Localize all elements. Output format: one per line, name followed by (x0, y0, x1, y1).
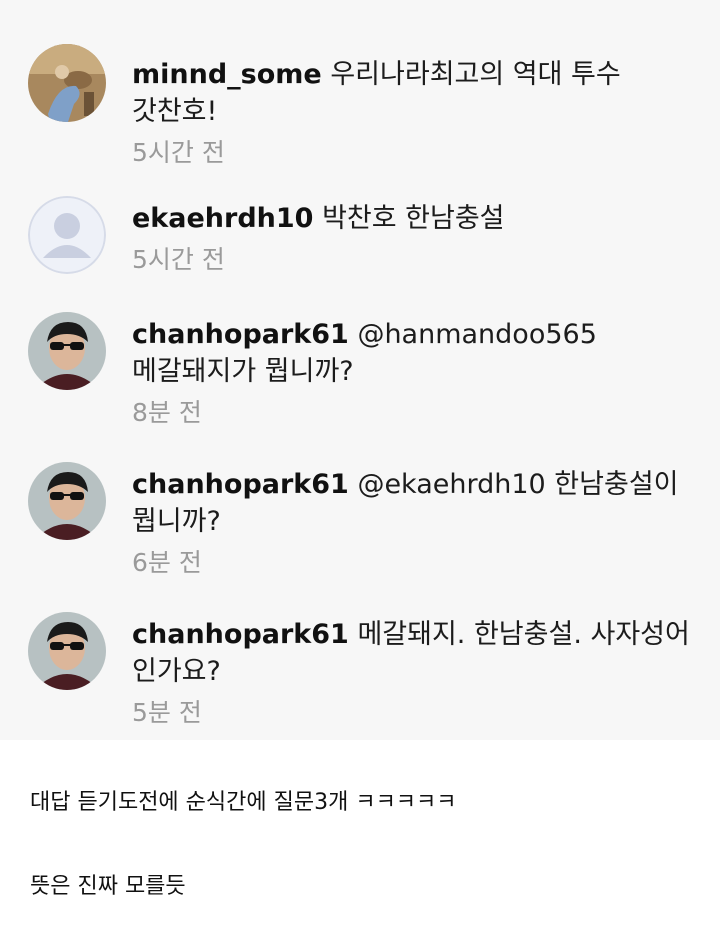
comment-line-1: minnd_some 우리나라최고의 역대 투수 (132, 56, 692, 93)
comment-username[interactable]: minnd_some (132, 59, 322, 90)
comment-line-1: chanhopark61 @ekaehrdh10 한남충설이 (132, 466, 692, 503)
comment-body: ekaehrdh10 박찬호 한남충설 5시간 전 (132, 200, 692, 277)
comment-username[interactable]: chanhopark61 (132, 469, 349, 500)
comment-body: chanhopark61 @ekaehrdh10 한남충설이 뭡니까? 6분 전 (132, 466, 692, 580)
comment-body: chanhopark61 @hanmandoo565 메갈돼지가 뭡니까? 8분… (132, 316, 692, 430)
sunglasses-man-avatar[interactable] (28, 462, 106, 540)
comment-text: 메갈돼지. 한남충설. 사자성어 (357, 619, 690, 650)
sunglasses-man-avatar[interactable] (28, 312, 106, 390)
caption-line-1: 대답 듣기도전에 순식간에 질문3개 ㅋㅋㅋㅋㅋ (30, 790, 457, 815)
comment-timestamp: 5시간 전 (132, 245, 225, 274)
comment-body: minnd_some 우리나라최고의 역대 투수 갓찬호! 5시간 전 (132, 56, 692, 170)
comment-text: @ekaehrdh10 한남충설이 (357, 469, 679, 500)
sunglasses-man-avatar[interactable] (28, 612, 106, 690)
default-user-avatar[interactable] (28, 196, 106, 274)
comment-username[interactable]: ekaehrdh10 (132, 203, 313, 234)
comment-text-line-2: 메갈돼지가 뭡니까? (132, 356, 354, 387)
comment-username[interactable]: chanhopark61 (132, 619, 349, 650)
comment-line-1: chanhopark61 @hanmandoo565 (132, 316, 692, 353)
caption-line-2: 뜻은 진짜 모를듯 (30, 874, 186, 899)
comment-text-line-2: 인가요? (132, 656, 221, 687)
comments-screenshot: minnd_some 우리나라최고의 역대 투수 갓찬호! 5시간 전 ekae… (0, 0, 720, 740)
comment-timestamp: 5시간 전 (132, 138, 225, 167)
comment-timestamp: 5분 전 (132, 698, 202, 727)
comment-line-1: ekaehrdh10 박찬호 한남충설 (132, 200, 692, 237)
comment-line-1: chanhopark61 메갈돼지. 한남충설. 사자성어 (132, 616, 692, 653)
photo-person-avatar[interactable] (28, 44, 106, 122)
comment-text-line-2: 갓찬호! (132, 96, 218, 127)
comment-mention[interactable]: @hanmandoo565 (357, 319, 596, 350)
comment-text: 박찬호 한남충설 (322, 203, 505, 234)
comment-text-line-2: 뭡니까? (132, 506, 221, 537)
comment-timestamp: 8분 전 (132, 398, 202, 427)
comment-text: 우리나라최고의 역대 투수 (330, 59, 621, 90)
comment-username[interactable]: chanhopark61 (132, 319, 349, 350)
comment-body: chanhopark61 메갈돼지. 한남충설. 사자성어 인가요? 5분 전 (132, 616, 692, 730)
comment-timestamp: 6분 전 (132, 548, 202, 577)
